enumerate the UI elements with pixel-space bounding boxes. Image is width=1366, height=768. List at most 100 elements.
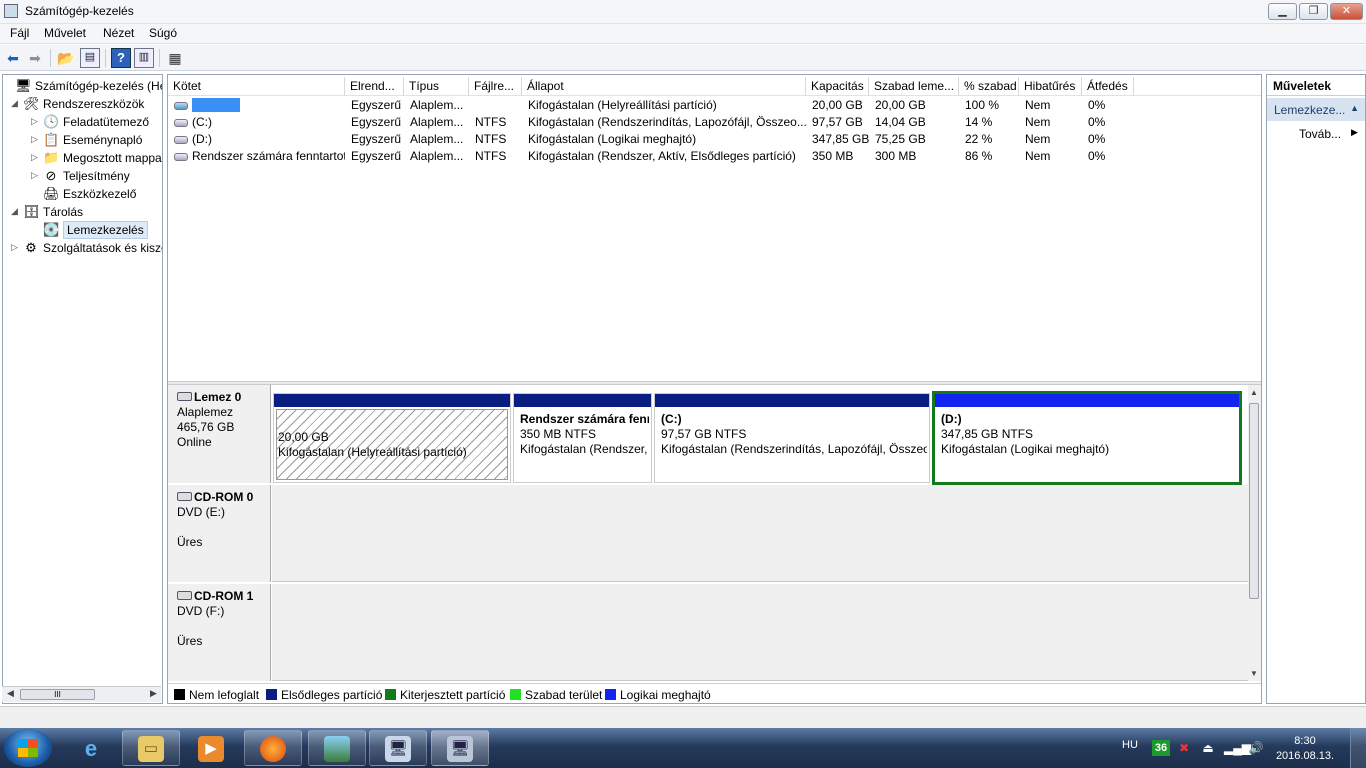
table-cell: Alaplem... <box>410 132 464 146</box>
network-error-icon[interactable]: ✖ <box>1176 740 1192 756</box>
scroll-thumb[interactable] <box>1249 403 1259 599</box>
tree-item[interactable]: ◢ 🗄 Tárolás <box>3 203 162 221</box>
console-tree: 🖥 Számítógép-kezelés (Hely ◢ 🛠 Rendszereszkö… <box>2 74 163 704</box>
tree-item[interactable]: 🖨 Eszközkezelő <box>3 185 162 203</box>
tree-item[interactable]: 🖥 Számítógép-kezelés (Hely <box>3 77 162 95</box>
taskbar-app-media-player[interactable]: ▶ <box>182 730 240 766</box>
scroll-down-arrow-icon[interactable]: ▼ <box>1250 669 1258 678</box>
table-row[interactable]: Egyszerű Alaplem... Kifogástalan (Helyreál… <box>168 97 1261 114</box>
column-header-fault-tolerance[interactable]: Hibatűrés <box>1019 77 1082 96</box>
volume-name-cell: (D:) <box>168 131 345 148</box>
scroll-up-arrow-icon[interactable]: ▲ <box>1250 388 1258 397</box>
partition-d[interactable]: (D:) 347,85 GB NTFS Kifogástalan (Logika… <box>932 391 1242 485</box>
forward-arrow-icon[interactable]: ➡ <box>25 48 45 68</box>
table-row[interactable]: (C:) Egyszerű Alaplem... NTFS Kifogástalan (… <box>168 114 1261 131</box>
show-hide-action-pane-icon[interactable]: ▥ <box>134 48 154 68</box>
menu-file[interactable]: Fájl <box>10 26 29 40</box>
column-header-status[interactable]: Állapot <box>522 77 806 96</box>
column-header-layout[interactable]: Elrend... <box>345 77 404 96</box>
up-folder-icon[interactable]: 📂 <box>56 48 76 68</box>
scroll-thumb[interactable]: III <box>20 689 95 700</box>
tree-horizontal-scrollbar[interactable]: ◀ III ▶ <box>2 686 161 702</box>
help-icon[interactable]: ? <box>111 48 131 68</box>
taskbar-app-explorer[interactable]: ▭ <box>122 730 180 766</box>
tree-item[interactable]: 💽 Lemezkezelés <box>3 221 162 239</box>
partition-c[interactable]: (C:) 97,57 GB NTFS Kifogástalan (Rendsze… <box>654 393 930 483</box>
table-cell: Kifogástalan (Helyreállítási partíció) <box>528 98 717 112</box>
actions-more-item[interactable]: Továb... ▶ <box>1299 127 1358 141</box>
minimize-button[interactable]: ▁ <box>1268 3 1297 20</box>
column-header-free-space[interactable]: Szabad leme... <box>869 77 959 96</box>
tree-item[interactable]: ◢ 🛠 Rendszereszközök <box>3 95 162 113</box>
back-arrow-icon[interactable]: ⬅ <box>3 48 23 68</box>
taskbar-app-firefox[interactable] <box>244 730 302 766</box>
tray-badge[interactable]: 36 <box>1152 740 1170 756</box>
scroll-right-arrow-icon[interactable]: ▶ <box>150 688 157 699</box>
properties-icon[interactable]: ▦ <box>165 48 185 68</box>
cdrom-1-area[interactable] <box>272 584 1248 681</box>
taskbar-app-ie[interactable]: e <box>62 730 120 766</box>
maximize-button[interactable]: ❐ <box>1299 3 1328 20</box>
menu-view[interactable]: Nézet <box>103 26 134 40</box>
show-desktop-button[interactable] <box>1350 728 1366 768</box>
column-header-overhead[interactable]: Átfedés <box>1082 77 1134 96</box>
show-hide-tree-icon[interactable]: ▤ <box>80 48 100 68</box>
table-row[interactable]: Rendszer számára fenntartott Egyszerű Alap… <box>168 148 1261 165</box>
cdrom-0-label[interactable]: CD-ROM 0 DVD (E:) Üres <box>168 485 271 582</box>
partition-status: Kifogástalan (Logikai meghajtó) <box>941 442 1110 456</box>
column-header-percent-free[interactable]: % szabad <box>959 77 1019 96</box>
tree-expander-icon[interactable]: ◢ <box>11 98 18 109</box>
taskbar-app-remote-desktop[interactable]: 🖥 <box>369 730 427 766</box>
disk-view-vertical-scrollbar[interactable]: ▲ ▼ <box>1248 385 1261 681</box>
disk-0-label[interactable]: Lemez 0 Alaplemez 465,76 GB Online <box>168 385 271 483</box>
disk-title: CD-ROM 0 <box>194 490 254 504</box>
table-cell: 0% <box>1088 115 1106 129</box>
computer-management-icon: 🖥 <box>447 736 473 762</box>
column-header-type[interactable]: Típus <box>404 77 469 96</box>
actions-section-disk-management[interactable]: Lemezkeze... ▲ <box>1267 98 1365 121</box>
table-cell: Egyszerű <box>351 149 402 163</box>
tree-item[interactable]: ▷ 📋 Eseménynapló <box>3 131 162 149</box>
legend-label: Logikai meghajtó <box>620 688 711 702</box>
tree-expander-icon[interactable]: ◢ <box>11 206 18 217</box>
tree-expander-icon[interactable]: ▷ <box>31 152 38 163</box>
tree-item[interactable]: ▷ ⊘ Teljesítmény <box>3 167 162 185</box>
tree-item[interactable]: ▷ 🕓 Feladatütemező <box>3 113 162 131</box>
system-clock[interactable]: 8:30 2016.08.13. <box>1270 734 1340 764</box>
tree-item[interactable]: ▷ 📁 Megosztott mappa <box>3 149 162 167</box>
menu-help[interactable]: Súgó <box>149 26 177 40</box>
column-header-volume[interactable]: Kötet <box>168 77 345 96</box>
column-header-filesystem[interactable]: Fájlre... <box>469 77 522 96</box>
close-button[interactable]: ✕ <box>1330 3 1363 20</box>
scroll-left-arrow-icon[interactable]: ◀ <box>7 688 14 699</box>
tree-expander-icon[interactable]: ▷ <box>31 116 38 127</box>
collapse-up-icon[interactable]: ▲ <box>1350 103 1359 113</box>
safely-remove-hardware-icon[interactable]: ⏏ <box>1200 740 1216 756</box>
tree-expander-icon[interactable]: ▷ <box>31 170 38 181</box>
toolbar: ⬅ ➡ 📂 ▤ ? ▥ ▦ <box>0 45 1366 71</box>
partition-system-reserved[interactable]: Rendszer számára fenn 350 MB NTFS Kifogá… <box>513 393 652 483</box>
table-cell: Kifogástalan (Logikai meghajtó) <box>528 132 697 146</box>
menu-action[interactable]: Művelet <box>44 26 86 40</box>
start-button[interactable] <box>4 729 52 767</box>
table-row[interactable]: (D:) Egyszerű Alaplem... NTFS Kifogástalan (… <box>168 131 1261 148</box>
column-header-capacity[interactable]: Kapacitás <box>806 77 869 96</box>
computer-management-icon: 🖥 <box>15 78 32 93</box>
device-manager-icon: 🖨 <box>43 186 60 201</box>
tree-item[interactable]: ▷ ⚙ Szolgáltatások és kiszo <box>3 239 162 257</box>
tree-expander-icon[interactable]: ▷ <box>31 134 38 145</box>
wireless-signal-icon[interactable]: ▂▄▆ <box>1224 740 1251 756</box>
app-icon[interactable] <box>4 4 18 18</box>
cdrom-0-area[interactable] <box>272 485 1248 582</box>
volume-icon[interactable]: 🔊 <box>1248 740 1264 756</box>
disk-type: DVD (F:) <box>177 604 225 618</box>
table-cell: 86 % <box>965 149 993 163</box>
tree-expander-icon[interactable]: ▷ <box>11 242 18 253</box>
taskbar-app-computer-management[interactable]: 🖥 <box>431 730 489 766</box>
partition-recovery[interactable]: 20,00 GB Kifogástalan (Helyreállítási pa… <box>273 393 511 483</box>
language-indicator[interactable]: HU <box>1122 739 1138 751</box>
partition-name: (C:) <box>661 412 682 426</box>
shared-folder-icon: 📁 <box>43 150 60 165</box>
taskbar-app-picture-viewer[interactable] <box>308 730 366 766</box>
cdrom-1-label[interactable]: CD-ROM 1 DVD (F:) Üres <box>168 584 271 681</box>
